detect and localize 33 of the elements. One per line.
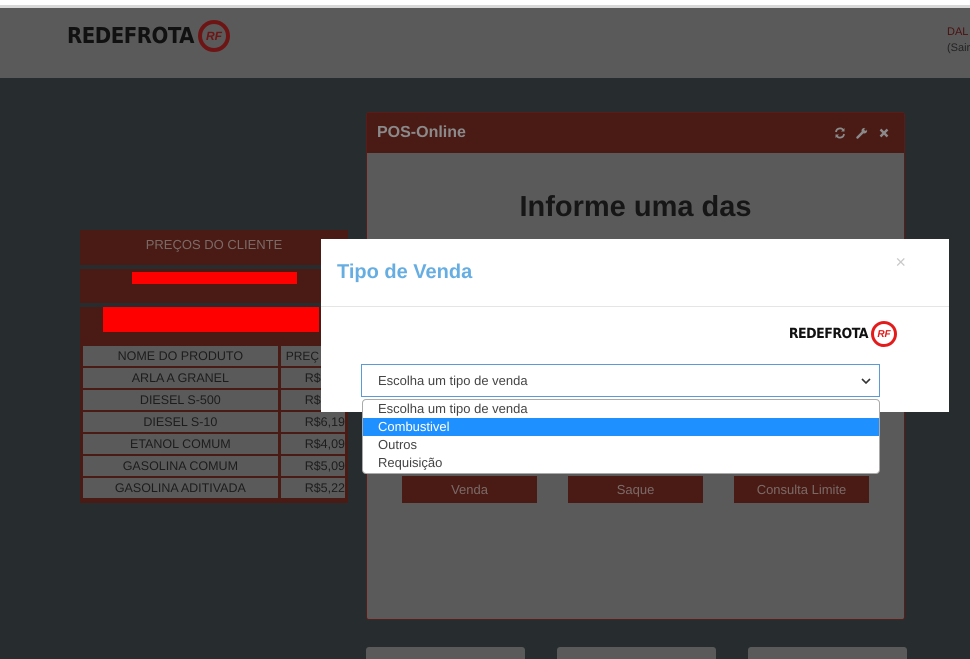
action-button[interactable]: Venda <box>402 476 537 503</box>
pos-heading: Informe uma das <box>519 191 752 224</box>
product-cell: DIESEL S-500 <box>83 390 281 410</box>
logo-wordmark: REDEFROTA <box>788 326 868 342</box>
user-name: DAL <box>947 25 970 40</box>
refresh-icon[interactable] <box>834 127 846 139</box>
dropdown-option[interactable]: Outros <box>363 436 879 454</box>
close-button[interactable]: × <box>895 252 906 273</box>
chevron-down-icon <box>861 378 871 384</box>
dropdown-option[interactable]: Combustivel <box>363 418 879 436</box>
column-header: NOME DO PRODUTO <box>83 346 281 366</box>
logo-wordmark: REDEFROTA <box>67 24 194 48</box>
product-cell: GASOLINA ADITIVADA <box>83 478 281 498</box>
product-cell: DIESEL S-10 <box>83 412 281 432</box>
sale-type-select[interactable]: Escolha um tipo de venda <box>361 364 880 397</box>
price-cell: R$6,19 <box>280 412 345 432</box>
dropdown-option[interactable]: Escolha um tipo de venda <box>363 400 879 418</box>
price-cell: R$5,09 <box>280 456 345 476</box>
wrench-icon[interactable] <box>856 127 868 139</box>
price-cell: R$5,22 <box>280 478 345 498</box>
price-cell: R$4,09 <box>280 434 345 454</box>
logo-badge: RF <box>198 20 230 52</box>
logo-badge: RF <box>871 321 897 347</box>
product-cell: ARLA A GRANEL <box>83 368 281 388</box>
logout-link[interactable]: (Sair <box>947 40 970 56</box>
dropdown-option[interactable]: Requisição <box>363 454 879 472</box>
product-cell: ETANOL COMUM <box>83 434 281 454</box>
panel-title: POS-Online <box>377 124 466 142</box>
action-button[interactable]: Consulta Limite <box>734 476 869 503</box>
close-icon[interactable] <box>878 127 890 139</box>
action-button[interactable]: Saque <box>568 476 703 503</box>
panel-title: PREÇOS DO CLIENTE <box>80 230 348 265</box>
product-cell: GASOLINA COMUM <box>83 456 281 476</box>
